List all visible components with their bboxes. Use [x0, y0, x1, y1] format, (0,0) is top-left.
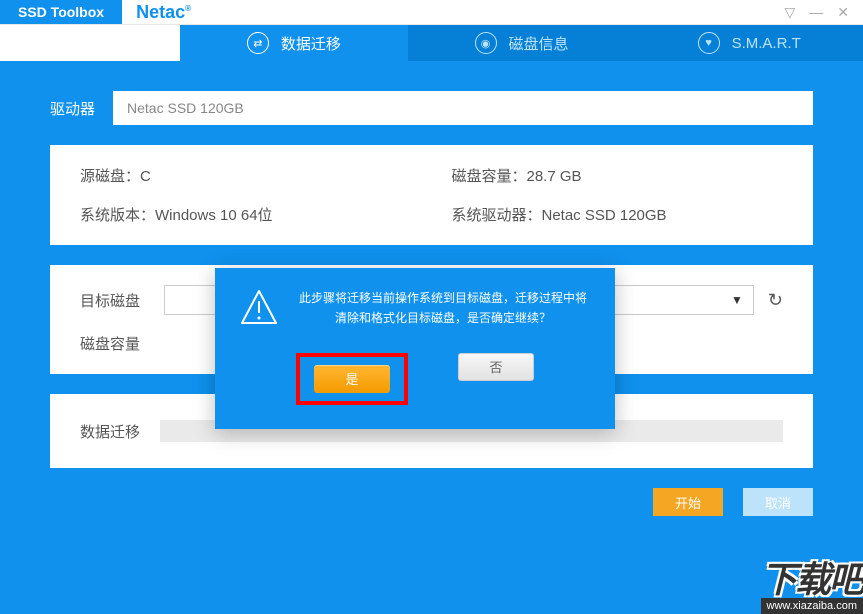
- driver-select[interactable]: Netac SSD 120GB: [113, 91, 813, 125]
- migrate-label: 数据迁移: [80, 421, 140, 442]
- dropdown-icon[interactable]: ▽: [784, 4, 795, 21]
- window-controls: ▽ — ✕: [784, 4, 863, 21]
- target-disk-label: 目标磁盘: [80, 290, 150, 311]
- tab-smart[interactable]: ♥ S.M.A.R.T: [635, 25, 863, 61]
- cancel-button[interactable]: 取消: [743, 488, 813, 516]
- tab-data-migration[interactable]: ⇄ 数据迁移: [180, 25, 408, 61]
- no-button[interactable]: 否: [458, 353, 534, 381]
- close-button[interactable]: ✕: [837, 4, 849, 21]
- tab-disk-info[interactable]: ◉ 磁盘信息: [408, 25, 636, 61]
- source-info-panel: 源磁盘：C 磁盘容量：28.7 GB 系统版本：Windows 10 64位 系…: [50, 145, 813, 245]
- driver-selector-row: 驱动器 Netac SSD 120GB: [50, 91, 813, 125]
- os-version: 系统版本：Windows 10 64位: [80, 204, 412, 225]
- yes-button[interactable]: 是: [314, 365, 390, 393]
- brand-logo: Netac®: [136, 2, 191, 23]
- app-title: SSD Toolbox: [0, 0, 122, 24]
- warning-icon: [239, 288, 279, 328]
- chevron-down-icon: ▼: [731, 293, 743, 307]
- watermark: 下载吧 www.xiazaiba.com: [761, 564, 863, 614]
- refresh-icon[interactable]: ↻: [768, 290, 783, 311]
- target-capacity-label: 磁盘容量: [80, 333, 150, 354]
- disk-capacity: 磁盘容量：28.7 GB: [452, 165, 784, 186]
- action-row: 开始 取消: [50, 488, 813, 516]
- minimize-button[interactable]: —: [809, 4, 823, 21]
- migrate-icon: ⇄: [247, 32, 269, 54]
- system-driver: 系统驱动器：Netac SSD 120GB: [452, 204, 784, 225]
- driver-label: 驱动器: [50, 98, 95, 119]
- titlebar: SSD Toolbox Netac® ▽ — ✕: [0, 0, 863, 25]
- confirm-dialog: 此步骤将迁移当前操作系统到目标磁盘，迁移过程中将清除和格式化目标磁盘，是否确定继…: [215, 268, 615, 429]
- tab-bar: ⇄ 数据迁移 ◉ 磁盘信息 ♥ S.M.A.R.T: [0, 25, 863, 61]
- dialog-message: 此步骤将迁移当前操作系统到目标磁盘，迁移过程中将清除和格式化目标磁盘，是否确定继…: [295, 288, 591, 329]
- source-disk: 源磁盘：C: [80, 165, 412, 186]
- smart-icon: ♥: [698, 32, 720, 54]
- disk-icon: ◉: [475, 32, 497, 54]
- start-button[interactable]: 开始: [653, 488, 723, 516]
- highlight-annotation: 是: [296, 353, 408, 405]
